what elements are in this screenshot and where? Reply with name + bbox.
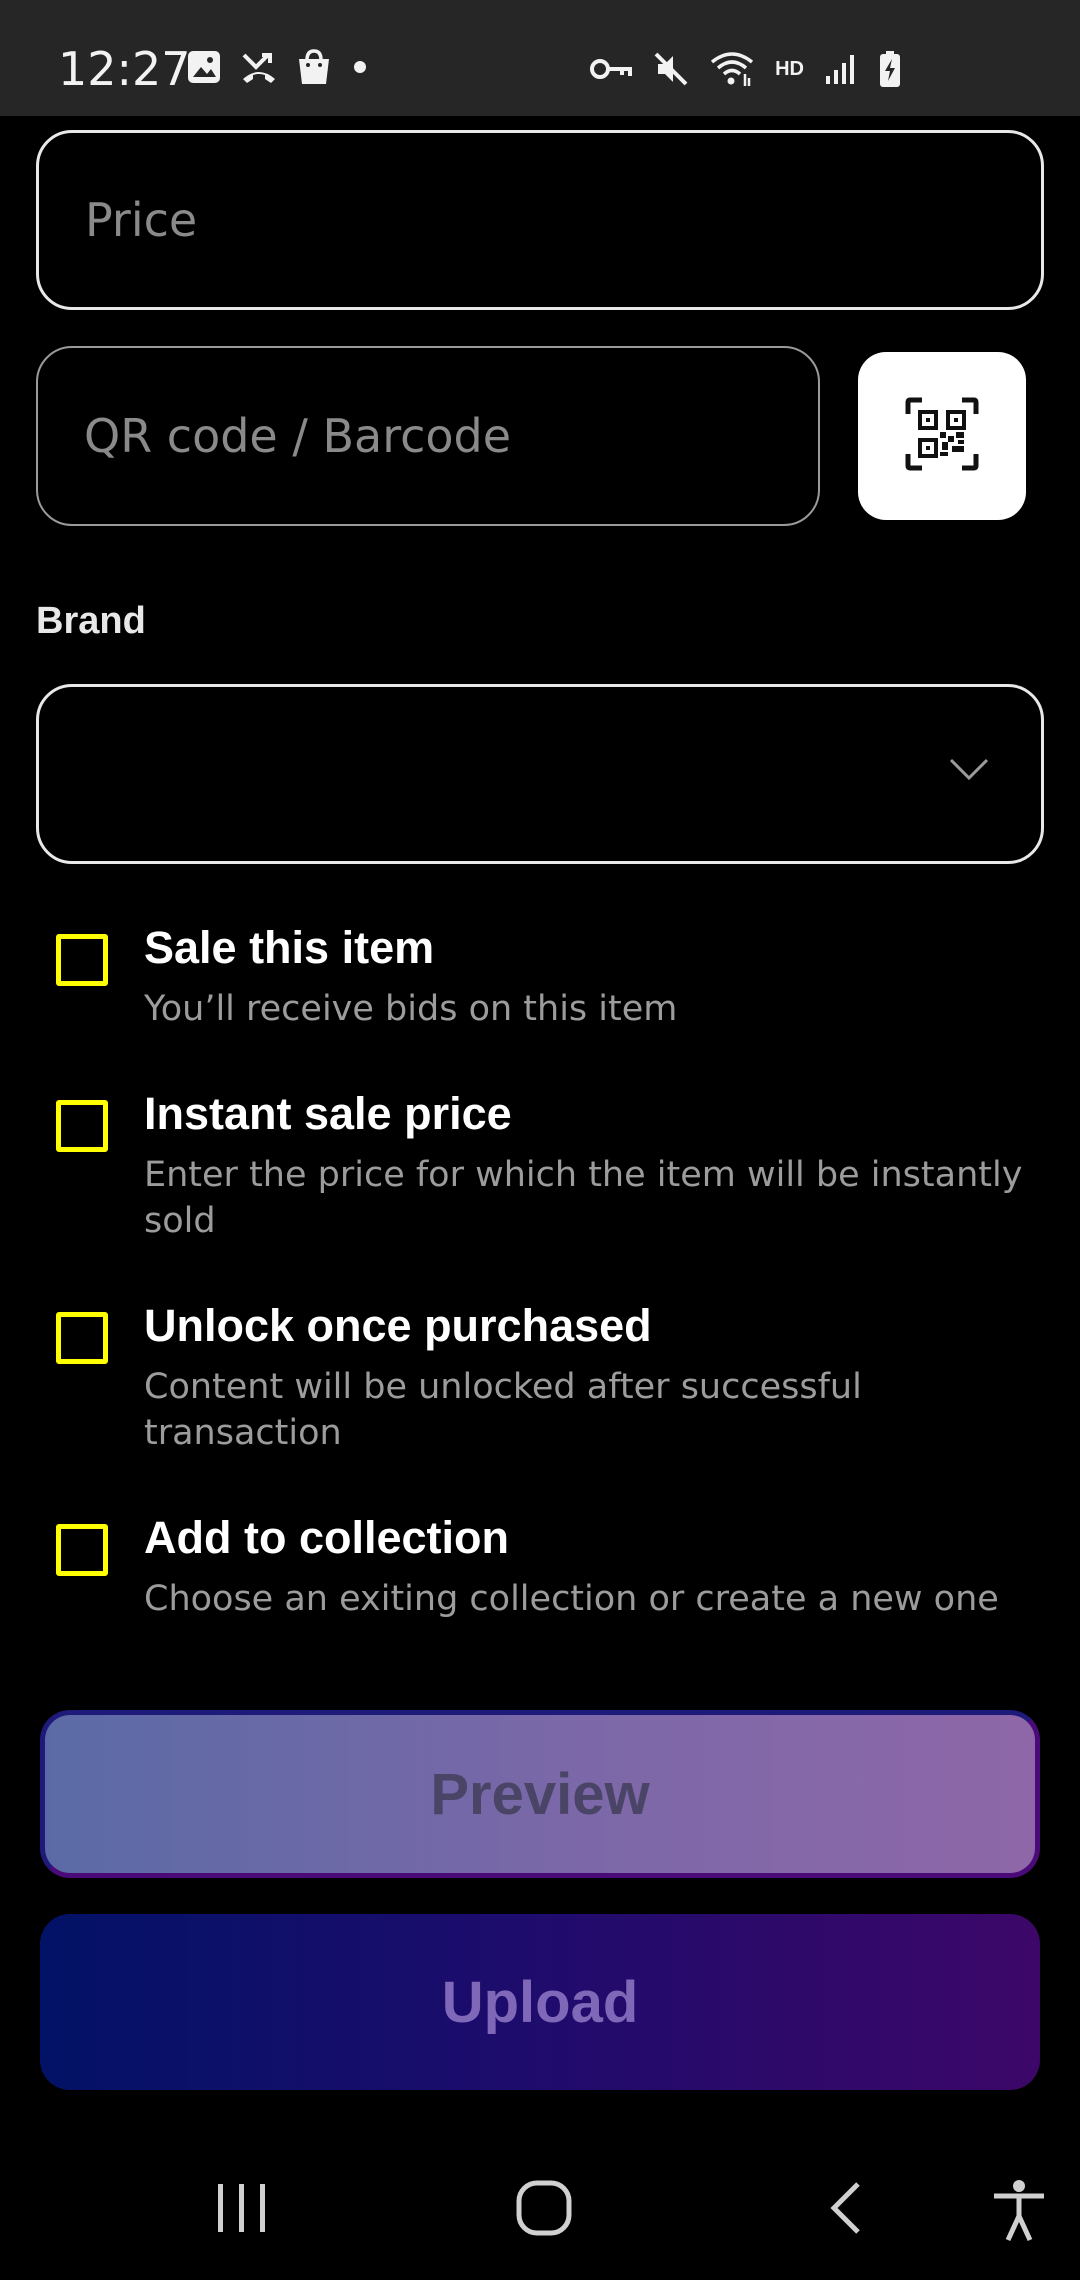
price-field[interactable]: Price	[36, 130, 1044, 310]
option-description: Content will be unlocked after successfu…	[144, 1367, 862, 1453]
missed-call-icon	[240, 49, 278, 85]
recent-apps-icon[interactable]	[214, 2178, 270, 2243]
wifi-icon	[709, 50, 755, 88]
option-title: Instant sale price	[144, 1088, 512, 1139]
option-description: You’ll receive bids on this item	[144, 989, 678, 1029]
back-icon[interactable]	[826, 2178, 866, 2243]
option-description: Enter the price for which the item will …	[144, 1155, 1023, 1241]
qr-code-field[interactable]: QR code / Barcode	[36, 346, 820, 526]
scan-qr-button[interactable]	[858, 352, 1026, 520]
status-right-icons: HD	[589, 50, 902, 88]
unlock-purchased-checkbox[interactable]	[56, 1312, 108, 1364]
dot-icon	[350, 57, 370, 77]
option-title: Sale this item	[144, 922, 435, 973]
qr-code-placeholder: QR code / Barcode	[84, 409, 512, 463]
key-icon	[589, 54, 633, 84]
mute-icon	[653, 51, 689, 87]
status-time: 12:27	[58, 42, 191, 96]
status-left-icons	[186, 48, 370, 86]
signal-icon	[824, 52, 858, 86]
gallery-icon	[186, 49, 222, 85]
instant-sale-checkbox[interactable]	[56, 1100, 108, 1152]
upload-button[interactable]: Upload	[40, 1914, 1040, 2090]
chevron-down-icon	[949, 757, 989, 786]
price-placeholder: Price	[85, 193, 198, 247]
preview-button[interactable]: Preview	[40, 1710, 1040, 1878]
option-description: Choose an exiting collection or create a…	[144, 1579, 999, 1619]
qr-scan-icon	[904, 396, 980, 477]
accessibility-icon[interactable]	[990, 2178, 1048, 2247]
home-icon[interactable]	[514, 2178, 574, 2243]
status-bar: 12:27 HD	[0, 0, 1080, 116]
system-nav-bar	[0, 2150, 1080, 2280]
sale-item-checkbox[interactable]	[56, 934, 108, 986]
hd-indicator: HD	[775, 57, 804, 80]
add-collection-checkbox[interactable]	[56, 1524, 108, 1576]
brand-label: Brand	[36, 600, 146, 642]
battery-charging-icon	[878, 50, 902, 88]
option-title: Add to collection	[144, 1512, 509, 1563]
shopping-bag-icon	[296, 48, 332, 86]
brand-dropdown[interactable]	[36, 684, 1044, 864]
option-title: Unlock once purchased	[144, 1300, 652, 1351]
